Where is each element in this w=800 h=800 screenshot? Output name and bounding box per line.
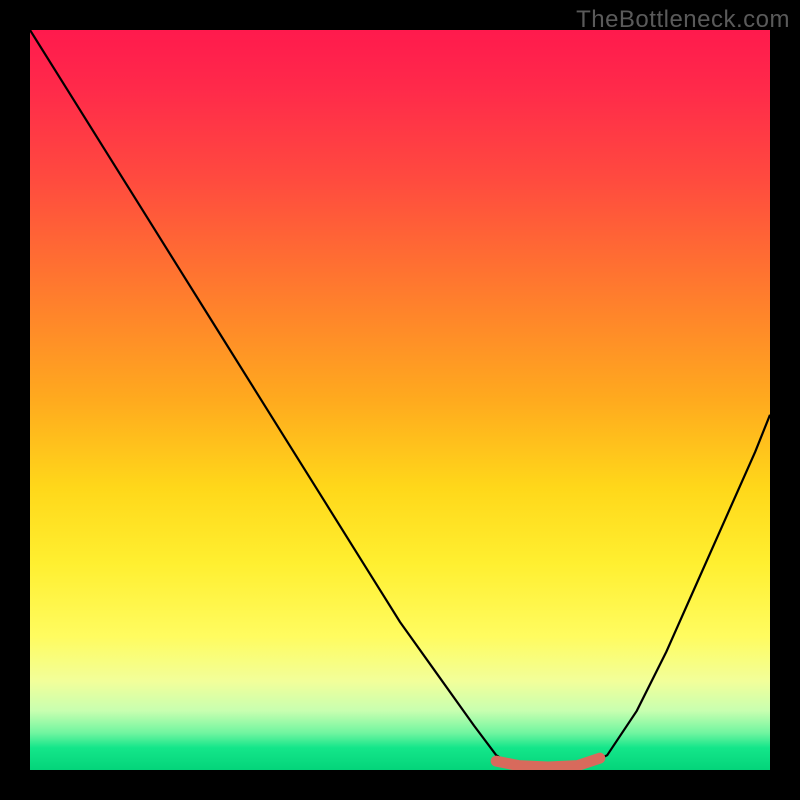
curves-layer bbox=[30, 30, 770, 770]
bottleneck-curve bbox=[30, 30, 770, 770]
optimal-band bbox=[496, 758, 600, 767]
watermark-text: TheBottleneck.com bbox=[576, 6, 790, 34]
chart-frame: TheBottleneck.com bbox=[0, 0, 800, 800]
plot-area bbox=[30, 30, 770, 770]
